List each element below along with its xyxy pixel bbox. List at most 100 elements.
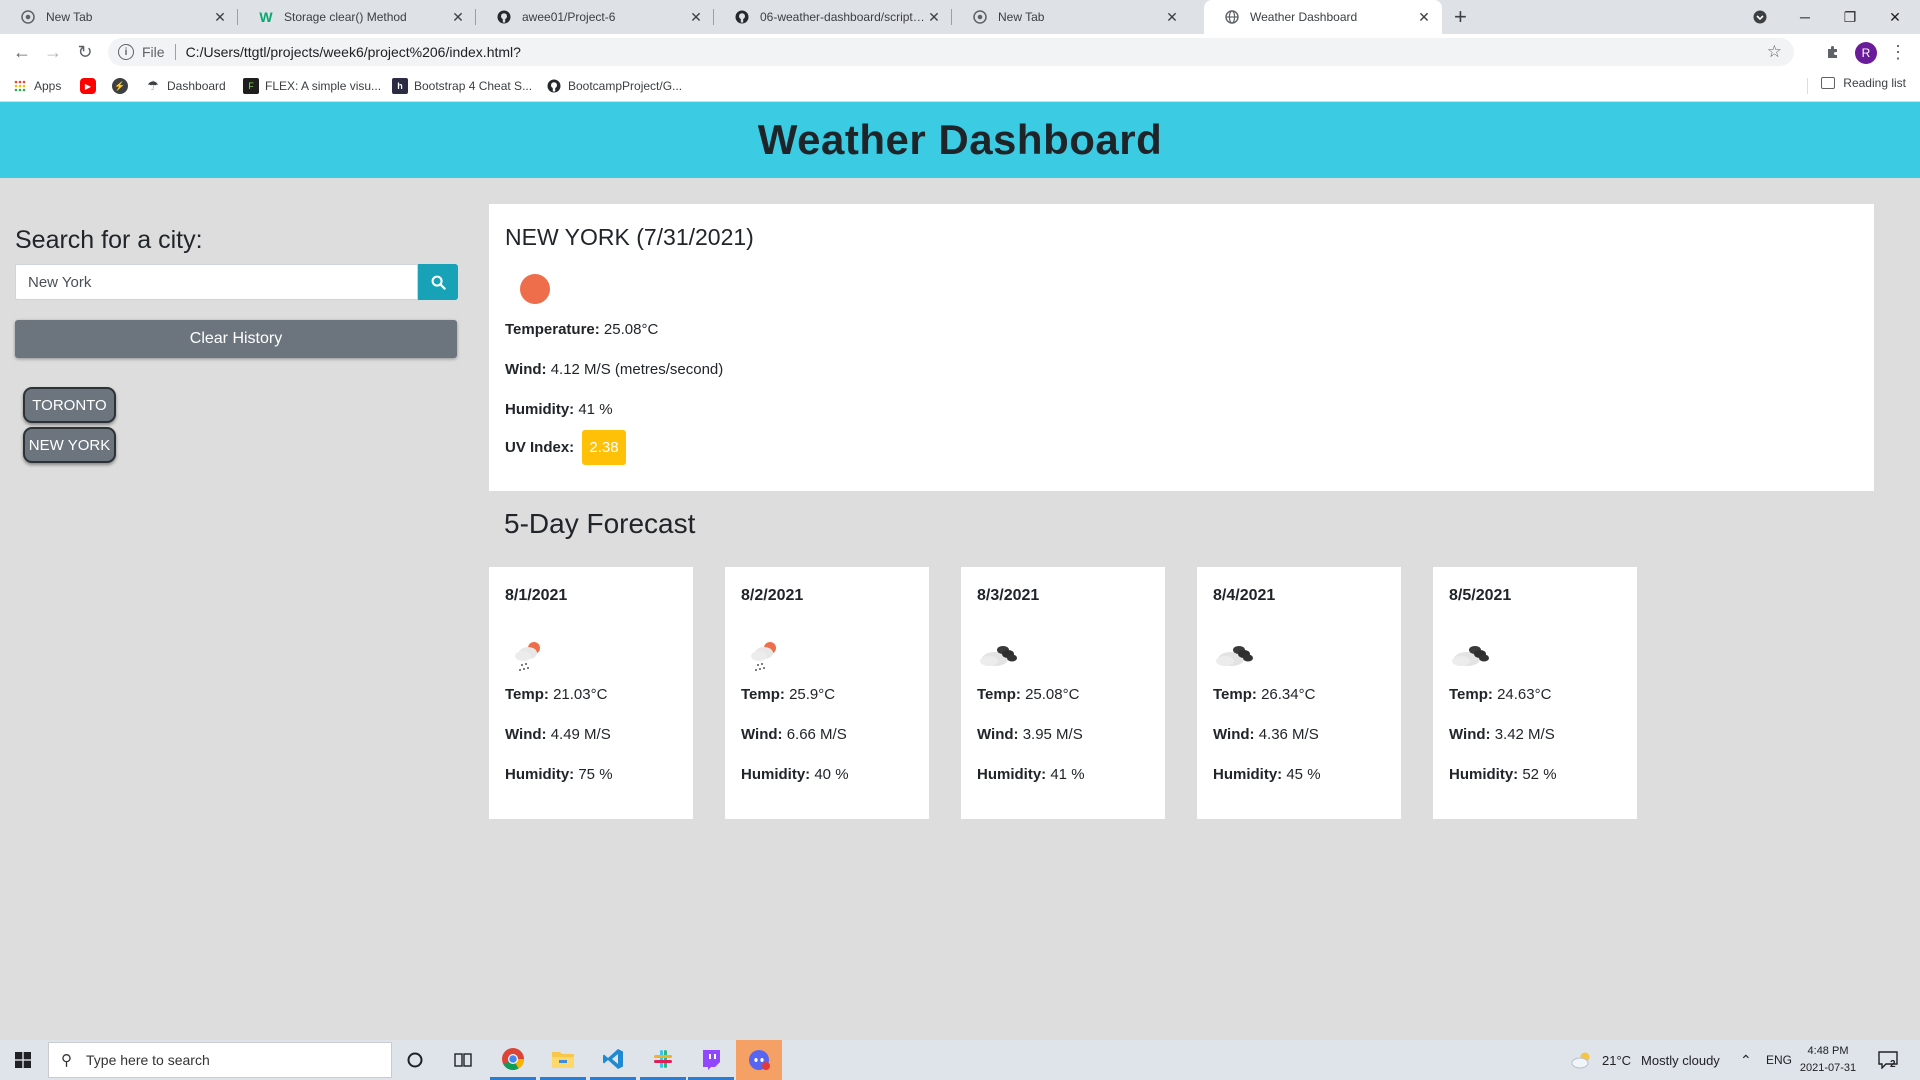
- bookmark-star-icon[interactable]: ☆: [1767, 42, 1782, 62]
- address-scheme: File: [142, 44, 165, 60]
- broken-clouds-icon: [980, 646, 1017, 666]
- wind-value: 6.66 M/S: [786, 726, 847, 743]
- tab-title: New Tab: [998, 10, 1045, 24]
- browser-tab[interactable]: W Storage clear() Method ✕: [238, 0, 476, 34]
- browser-tab[interactable]: New Tab ✕: [952, 0, 1190, 34]
- browser-tab[interactable]: awee01/Project-6 ✕: [476, 0, 714, 34]
- history-city-button[interactable]: NEW YORK: [23, 427, 116, 463]
- bookmark-site[interactable]: ⚡: [112, 76, 134, 96]
- bookmark-bootcamp[interactable]: BootcampProject/G...: [546, 76, 682, 96]
- profile-avatar[interactable]: R: [1855, 42, 1877, 64]
- humidity-label: Humidity:: [1213, 766, 1283, 783]
- bookmarks-bar: Apps ▶ ⚡ ☂ Dashboard F FLEX: A simple vi…: [0, 70, 1920, 102]
- weather-desc: Mostly cloudy: [1641, 1052, 1720, 1068]
- clear-sky-sun-icon: [520, 274, 550, 304]
- clock-time: 4:48 PM: [1807, 1045, 1849, 1057]
- history-city-button[interactable]: TORONTO: [23, 387, 116, 423]
- extensions-puzzle-icon[interactable]: [1821, 40, 1845, 64]
- search-button[interactable]: [418, 264, 458, 300]
- task-view-icon[interactable]: [440, 1040, 486, 1080]
- minimize-icon[interactable]: ─: [1782, 0, 1828, 34]
- forecast-wind: Wind: 3.42 M/S: [1449, 726, 1555, 743]
- weather-temp: 21°C: [1602, 1052, 1632, 1068]
- bookmark-apps[interactable]: Apps: [12, 76, 61, 96]
- new-tab-plus-icon[interactable]: +: [1454, 4, 1467, 30]
- current-city-date: NEW YORK (7/31/2021): [505, 224, 754, 250]
- forecast-date: 8/1/2021: [505, 587, 568, 604]
- language-indicator[interactable]: ENG: [1766, 1040, 1792, 1080]
- slack-icon[interactable]: [640, 1040, 686, 1080]
- bookmark-dashboard[interactable]: ☂ Dashboard: [145, 76, 226, 96]
- github-icon: [496, 9, 512, 25]
- wind-label: Wind:: [505, 726, 547, 743]
- close-window-icon[interactable]: ✕: [1872, 0, 1918, 34]
- browser-tab-active[interactable]: Weather Dashboard ✕: [1204, 0, 1442, 34]
- apps-grid-icon: [12, 78, 28, 94]
- close-tab-icon[interactable]: ✕: [1416, 9, 1432, 26]
- close-tab-icon[interactable]: ✕: [212, 9, 228, 26]
- forecast-temp: Temp: 21.03°C: [505, 686, 607, 703]
- clear-history-button[interactable]: Clear History: [15, 320, 457, 358]
- bookmark-label: Apps: [34, 79, 62, 93]
- current-temperature: Temperature: 25.08°C: [505, 321, 658, 338]
- humidity-label: Humidity:: [977, 766, 1047, 783]
- clock-date: 2021-07-31: [1799, 1062, 1857, 1074]
- temp-label: Temp:: [1213, 686, 1257, 703]
- reload-icon[interactable]: ↻: [73, 40, 97, 64]
- browser-tab[interactable]: 06-weather-dashboard/script.js a ✕: [714, 0, 952, 34]
- reading-list-button[interactable]: Reading list: [1807, 76, 1906, 94]
- address-url[interactable]: C:/Users/ttgtl/projects/week6/project%20…: [186, 44, 521, 60]
- forecast-date: 8/3/2021: [977, 587, 1040, 604]
- tab-title: 06-weather-dashboard/script.js a: [760, 10, 926, 24]
- taskbar-weather[interactable]: 21°C Mostly cloudy: [1570, 1040, 1720, 1080]
- bookmark-label: FLEX: A simple visu...: [265, 79, 382, 93]
- vscode-icon[interactable]: [590, 1040, 636, 1080]
- menu-kebab-icon[interactable]: ⋮: [1886, 40, 1910, 64]
- restore-icon[interactable]: ❐: [1827, 0, 1873, 34]
- globe-icon: [1224, 9, 1240, 25]
- browser-tab[interactable]: New Tab ✕: [0, 0, 238, 34]
- taskbar-search-box[interactable]: ⚲ Type here to search: [48, 1042, 392, 1078]
- bookmark-label: BootcampProject/G...: [568, 79, 683, 93]
- forecast-humidity: Humidity: 45 %: [1213, 766, 1321, 783]
- close-tab-icon[interactable]: ✕: [926, 9, 942, 26]
- address-bar[interactable]: i File C:/Users/ttgtl/projects/week6/pro…: [108, 38, 1794, 66]
- forecast-date: 8/5/2021: [1449, 587, 1512, 604]
- discord-icon[interactable]: [736, 1040, 782, 1080]
- temp-value: 25.9°C: [789, 686, 836, 703]
- bookmark-youtube[interactable]: ▶: [80, 76, 102, 96]
- bookmark-label: Dashboard: [167, 79, 226, 93]
- notification-count: 2: [1890, 1058, 1896, 1070]
- back-arrow-icon[interactable]: ←: [10, 40, 34, 64]
- bookmark-bootstrap[interactable]: h Bootstrap 4 Cheat S...: [392, 76, 532, 96]
- system-clock[interactable]: 4:48 PM 2021-07-31: [1790, 1043, 1866, 1077]
- divider: [1807, 78, 1809, 94]
- forecast-wind: Wind: 6.66 M/S: [741, 726, 847, 743]
- temperature-value: 25.08°C: [603, 321, 659, 338]
- forward-arrow-icon[interactable]: →: [41, 40, 65, 64]
- humidity-label: Humidity:: [1449, 766, 1519, 783]
- twitch-icon[interactable]: [688, 1040, 734, 1080]
- humidity-value: 75 %: [578, 766, 613, 783]
- file-explorer-icon[interactable]: [540, 1040, 586, 1080]
- notification-center[interactable]: 2: [1878, 1040, 1898, 1080]
- windows-start-icon[interactable]: [0, 1040, 46, 1080]
- city-search-input[interactable]: [15, 264, 418, 300]
- close-tab-icon[interactable]: ✕: [450, 9, 466, 26]
- cortana-icon[interactable]: [392, 1040, 438, 1080]
- wind-label: Wind:: [977, 726, 1019, 743]
- close-tab-icon[interactable]: ✕: [688, 9, 704, 26]
- humidity-value: 41 %: [578, 401, 613, 418]
- chrome-taskbar-icon[interactable]: [490, 1040, 536, 1080]
- forecast-wind: Wind: 4.36 M/S: [1213, 726, 1319, 743]
- compass-icon: ⚡: [112, 78, 128, 94]
- bookmark-flex[interactable]: F FLEX: A simple visu...: [243, 76, 381, 96]
- flex-icon: F: [243, 78, 259, 94]
- chevron-up-icon[interactable]: ⌃: [1740, 1040, 1752, 1080]
- current-weather-card: NEW YORK (7/31/2021) Temperature: 25.08°…: [489, 204, 1874, 491]
- github-icon: [546, 78, 562, 94]
- info-icon[interactable]: i: [118, 44, 134, 60]
- browser-toolbar: ← → ↻ i File C:/Users/ttgtl/projects/wee…: [0, 34, 1920, 70]
- tab-search-icon[interactable]: [1737, 0, 1783, 34]
- close-tab-icon[interactable]: ✕: [1164, 9, 1180, 26]
